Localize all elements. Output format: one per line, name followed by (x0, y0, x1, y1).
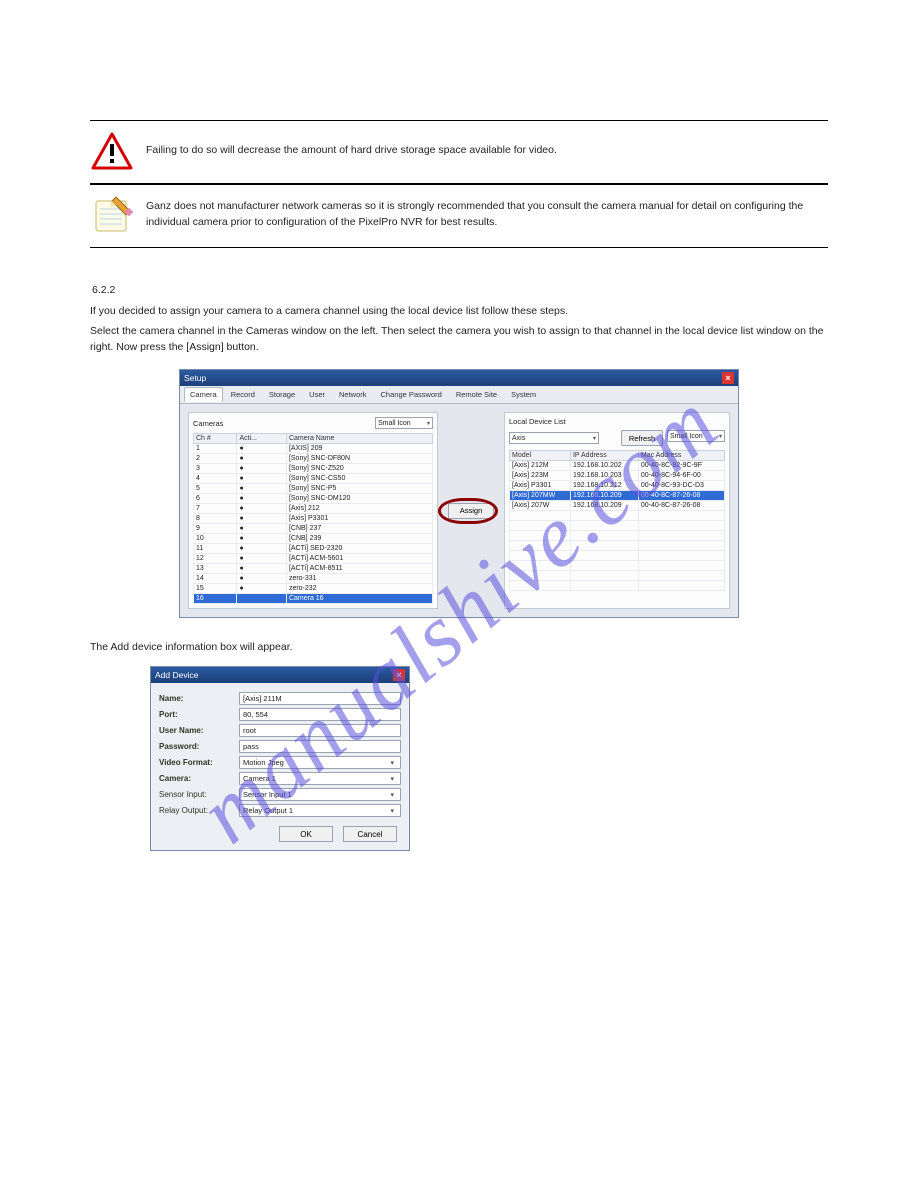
tab-user[interactable]: User (303, 387, 331, 402)
col-model[interactable]: Model (510, 451, 571, 461)
info-text: Ganz does not manufacturer network camer… (146, 199, 828, 231)
table-row[interactable]: [Axis] 223M192.168.10.20300-40-8C-94-6F-… (510, 471, 725, 481)
table-row[interactable]: 6●[Sony] SNC-DM120 (194, 494, 433, 504)
col-name[interactable]: Camera Name (286, 434, 432, 444)
ldl-table: Model IP Address Mac Address [Axis] 212M… (509, 450, 725, 591)
add-device-dialog: Add Device × Name: [Axis] 211M Port: 80,… (150, 666, 410, 851)
setup-tabs: Camera Record Storage User Network Chang… (180, 386, 738, 404)
sensor-input-select[interactable]: Sensor Input 1 (239, 788, 401, 801)
table-row (510, 581, 725, 591)
section-step1: Select the camera channel in the Cameras… (90, 324, 828, 356)
table-row[interactable]: 10●[CNB] 239 (194, 534, 433, 544)
section-step2: The Add device information box will appe… (90, 640, 828, 656)
tab-storage[interactable]: Storage (263, 387, 301, 402)
table-row[interactable]: [Axis] P3301192.168.10.21200-40-8C-93-DC… (510, 481, 725, 491)
table-row[interactable]: 15●zero-232 (194, 584, 433, 594)
relay-output-select[interactable]: Relay Output 1 (239, 804, 401, 817)
table-row[interactable]: 5●[Sony] SNC-P5 (194, 484, 433, 494)
tab-camera[interactable]: Camera (184, 387, 223, 402)
col-mac[interactable]: Mac Address (638, 451, 724, 461)
cameras-label: Cameras (193, 419, 223, 428)
table-row[interactable]: 2●[Sony] SNC-DF80N (194, 454, 433, 464)
tab-change-password[interactable]: Change Password (375, 387, 448, 402)
col-ch[interactable]: Ch # (194, 434, 237, 444)
table-row (510, 531, 725, 541)
table-row[interactable]: [Axis] 212M192.168.10.20200-40-8C-92-9C-… (510, 461, 725, 471)
table-row (510, 521, 725, 531)
ok-button[interactable]: OK (279, 826, 333, 842)
tab-remote-site[interactable]: Remote Site (450, 387, 503, 402)
setup-title-text: Setup (184, 373, 206, 383)
table-row[interactable]: [Axis] 207W192.168.10.20900-40-8C-87-26-… (510, 501, 725, 511)
port-label: Port: (159, 710, 239, 719)
table-row (510, 571, 725, 581)
table-row[interactable]: 7●[Axis] 212 (194, 504, 433, 514)
camera-label: Camera: (159, 774, 239, 783)
warning-note: Failing to do so will decrease the amoun… (90, 121, 828, 183)
table-row[interactable]: [Axis] 207MW192.168.10.20900-40-8C-87-26… (510, 491, 725, 501)
divider (90, 247, 828, 248)
video-format-value: Motion Jpeg (243, 758, 284, 767)
video-format-label: Video Format: (159, 758, 239, 767)
close-icon[interactable]: × (393, 669, 405, 681)
add-device-title: Add Device (155, 670, 198, 680)
warning-text: Failing to do so will decrease the amoun… (146, 143, 828, 159)
user-label: User Name: (159, 726, 239, 735)
tab-system[interactable]: System (505, 387, 542, 402)
table-row[interactable]: 1●[AXIS] 209 (194, 444, 433, 454)
tab-network[interactable]: Network (333, 387, 373, 402)
info-note: Ganz does not manufacturer network camer… (90, 185, 828, 247)
warning-icon (90, 129, 134, 173)
col-acti[interactable]: Acti... (237, 434, 286, 444)
port-field[interactable]: 80, 554 (239, 708, 401, 721)
relay-output-label: Relay Output: (159, 806, 239, 815)
table-row[interactable]: 4●[Sony] SNC-CS50 (194, 474, 433, 484)
sensor-input-label: Sensor Input: (159, 790, 239, 799)
table-row[interactable]: 12●[ACTi] ACM-5601 (194, 554, 433, 564)
cameras-view-select[interactable]: Small Icon (375, 417, 433, 429)
setup-window: Setup × Camera Record Storage User Netwo… (179, 369, 739, 618)
camera-value: Camera 1 (243, 774, 276, 783)
ldl-view-select[interactable]: Small Icon (667, 430, 725, 442)
close-icon[interactable]: × (722, 372, 734, 384)
local-device-panel: Local Device List Axis Refresh Small Ico… (504, 412, 730, 609)
table-row (510, 511, 725, 521)
relay-output-value: Relay Output 1 (243, 806, 293, 815)
notepad-icon (90, 193, 134, 237)
video-format-select[interactable]: Motion Jpeg (239, 756, 401, 769)
table-row[interactable]: 14●zero-331 (194, 574, 433, 584)
camera-select[interactable]: Camera 1 (239, 772, 401, 785)
table-row[interactable]: 11●[ACTi] SED-2320 (194, 544, 433, 554)
cameras-panel: Cameras Small Icon Ch # Acti... Camera N… (188, 412, 438, 609)
table-row[interactable]: 3●[Sony] SNC-Z520 (194, 464, 433, 474)
add-device-titlebar: Add Device × (151, 667, 409, 683)
section-intro: If you decided to assign your camera to … (90, 304, 828, 320)
section-number: 6.2.2 (92, 284, 828, 296)
setup-titlebar: Setup × (180, 370, 738, 386)
table-row[interactable]: 8●[Axis] P3301 (194, 514, 433, 524)
name-label: Name: (159, 694, 239, 703)
cameras-table: Ch # Acti... Camera Name 1●[AXIS] 2092●[… (193, 433, 433, 604)
table-row[interactable]: 13●[ACTi] ACM-8511 (194, 564, 433, 574)
assign-button[interactable]: Assign (448, 503, 494, 519)
user-field[interactable]: root (239, 724, 401, 737)
assign-panel: Assign (446, 412, 496, 609)
table-row (510, 541, 725, 551)
tab-record[interactable]: Record (225, 387, 261, 402)
table-row (510, 551, 725, 561)
col-ip[interactable]: IP Address (570, 451, 638, 461)
password-label: Password: (159, 742, 239, 751)
cancel-button[interactable]: Cancel (343, 826, 397, 842)
table-row[interactable]: 16Camera 16 (194, 594, 433, 604)
ldl-label: Local Device List (509, 417, 566, 426)
password-field[interactable]: pass (239, 740, 401, 753)
sensor-input-value: Sensor Input 1 (243, 790, 292, 799)
table-row[interactable]: 9●[CNB] 237 (194, 524, 433, 534)
table-row (510, 561, 725, 571)
refresh-button[interactable]: Refresh (621, 430, 663, 446)
name-field[interactable]: [Axis] 211M (239, 692, 401, 705)
ldl-filter-select[interactable]: Axis (509, 432, 599, 444)
